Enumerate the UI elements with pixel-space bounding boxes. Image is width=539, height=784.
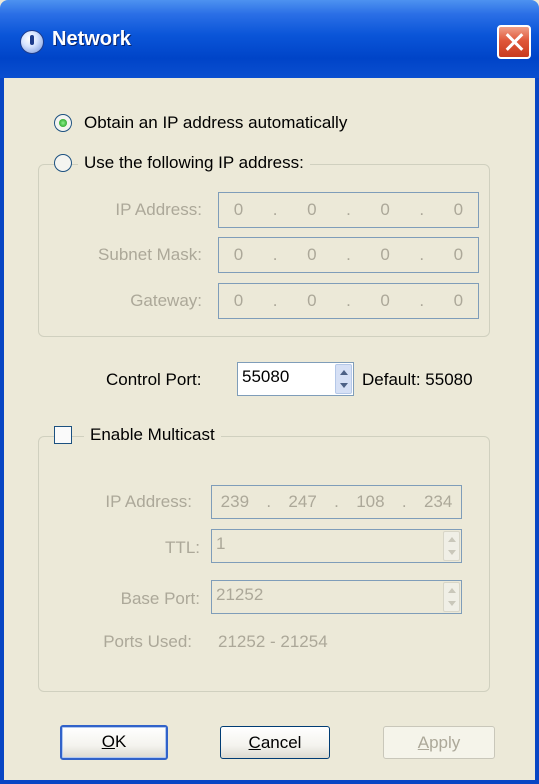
subnet-octet-4: 0	[453, 245, 464, 264]
control-port-label: Control Port:	[106, 370, 202, 389]
ip-octet-1: 0	[233, 200, 244, 219]
control-port-value: 55080	[242, 367, 290, 386]
arrow-down-icon[interactable]	[448, 601, 456, 606]
dot-separator: .	[346, 291, 351, 310]
base-port-spinner[interactable]: 21252	[211, 580, 462, 614]
cancel-button[interactable]: Cancel	[220, 726, 330, 759]
multicast-octet-1: 239	[220, 492, 250, 511]
title-bar[interactable]: Network	[0, 0, 539, 78]
ip-octet-4: 0	[453, 200, 464, 219]
dot-separator: .	[334, 492, 339, 511]
arrow-up-icon[interactable]	[448, 588, 456, 593]
ok-label-rest: K	[114, 732, 127, 751]
gateway-octet-4: 0	[453, 291, 464, 310]
multicast-group	[38, 436, 490, 692]
multicast-ip-label: IP Address:	[105, 492, 192, 511]
use-static-ip-label[interactable]: Use the following IP address:	[78, 153, 310, 173]
apply-button[interactable]: Apply	[383, 726, 495, 759]
cancel-label-rest: ancel	[260, 733, 302, 752]
subnet-octet-3: 0	[380, 245, 390, 264]
dot-separator: .	[401, 492, 407, 511]
multicast-octet-4: 234	[423, 492, 453, 511]
multicast-octet-2: 247	[288, 492, 317, 511]
cancel-mnemonic: C	[248, 733, 261, 752]
arrow-up-icon[interactable]	[448, 537, 456, 542]
base-port-label: Base Port:	[120, 589, 200, 608]
gateway-label: Gateway:	[130, 291, 202, 310]
static-ip-address-field[interactable]: 0. 0. 0. 0	[218, 192, 479, 228]
dot-separator: .	[346, 200, 351, 219]
dot-separator: .	[266, 492, 272, 511]
ports-used-label: Ports Used:	[103, 632, 192, 651]
subnet-octet-1: 0	[233, 245, 244, 264]
use-static-ip-radio[interactable]	[54, 154, 72, 172]
gateway-octet-2: 0	[307, 291, 317, 310]
ok-button[interactable]: OK	[60, 725, 168, 760]
window-title: Network	[52, 28, 131, 50]
spinner-arrows[interactable]	[443, 582, 460, 612]
enable-multicast-label[interactable]: Enable Multicast	[84, 425, 221, 445]
subnet-mask-field[interactable]: 0. 0. 0. 0	[218, 237, 479, 273]
gateway-field[interactable]: 0. 0. 0. 0	[218, 283, 479, 319]
spinner-arrows[interactable]	[335, 364, 352, 394]
control-port-spinner[interactable]: 55080	[237, 362, 354, 396]
ttl-value: 1	[216, 534, 226, 553]
multicast-octet-3: 108	[356, 492, 385, 511]
ttl-label: TTL:	[165, 538, 200, 557]
dot-separator: .	[272, 200, 278, 219]
dot-separator: .	[419, 291, 425, 310]
apply-mnemonic: A	[417, 733, 430, 752]
dot-separator: .	[346, 245, 351, 264]
subnet-octet-2: 0	[307, 245, 317, 264]
arrow-down-icon[interactable]	[340, 383, 348, 388]
ip-octet-3: 0	[380, 200, 390, 219]
gateway-octet-3: 0	[380, 291, 390, 310]
arrow-down-icon[interactable]	[448, 550, 456, 555]
info-icon	[20, 30, 44, 54]
close-button[interactable]	[497, 25, 531, 59]
gateway-octet-1: 0	[233, 291, 244, 310]
multicast-ip-field[interactable]: 239. 247. 108. 234	[211, 485, 462, 519]
obtain-ip-auto-radio[interactable]	[54, 114, 72, 132]
ttl-spinner[interactable]: 1	[211, 529, 462, 563]
arrow-up-icon[interactable]	[340, 370, 348, 375]
base-port-value: 21252	[216, 585, 264, 604]
dot-separator: .	[272, 245, 278, 264]
dot-separator: .	[419, 200, 425, 219]
ok-mnemonic: O	[101, 732, 115, 751]
ports-used-value: 21252 - 21254	[218, 632, 328, 651]
subnet-mask-label: Subnet Mask:	[98, 245, 202, 264]
obtain-ip-auto-label[interactable]: Obtain an IP address automatically	[84, 113, 347, 133]
dot-separator: .	[272, 291, 278, 310]
apply-label-rest: pply	[429, 733, 461, 752]
static-ip-address-label: IP Address:	[115, 200, 202, 219]
enable-multicast-checkbox[interactable]	[54, 426, 72, 444]
dot-separator: .	[419, 245, 425, 264]
spinner-arrows[interactable]	[443, 531, 460, 561]
control-port-default: Default: 55080	[362, 370, 473, 389]
ip-octet-2: 0	[307, 200, 317, 219]
